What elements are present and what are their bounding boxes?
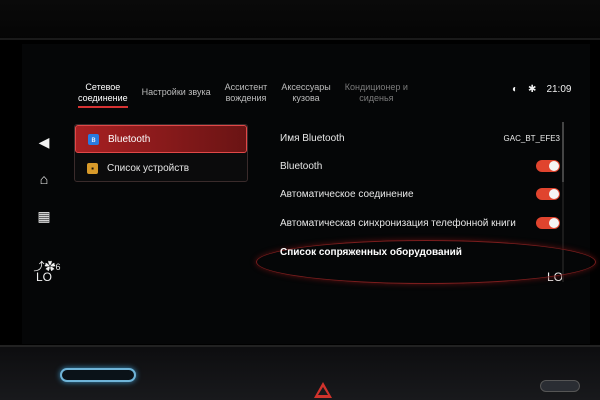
auto-sync-row: Автоматическая синхронизация телефонной … [280, 212, 560, 234]
bluetooth-icon: ✱ [528, 84, 537, 95]
tab-body-accessories[interactable]: Аксессуары кузова [281, 82, 330, 108]
bluetooth-toggle[interactable] [536, 160, 560, 172]
connection-menu: ʙ Bluetooth ▪ Список устройств [74, 124, 248, 182]
tab-label: Сетевое соединение [78, 82, 128, 103]
paired-devices-header: Список сопряженных оборудований [280, 241, 560, 263]
status-bar: ◐ ✱ 21:09 [512, 84, 571, 95]
bezel-edge [0, 38, 600, 40]
dashboard-top [0, 0, 600, 40]
tab-driving-assistant[interactable]: Ассистент вождения [225, 82, 268, 108]
tab-sound[interactable]: Настройки звука [142, 82, 211, 108]
hazard-icon[interactable] [314, 382, 332, 398]
device-list-icon: ▪ [87, 162, 98, 174]
bluetooth-icon: ʙ [88, 133, 99, 145]
air-vent [60, 368, 136, 382]
tab-climate-seats[interactable]: Кондиционер и сиденья [345, 82, 408, 108]
auto-sync-toggle[interactable] [536, 217, 560, 229]
tab-label: Аксессуары кузова [281, 82, 331, 103]
tab-label: Ассистент вождения [224, 82, 268, 103]
bezel-edge [0, 345, 600, 347]
bt-name-row[interactable]: Имя Bluetooth GAC_BT_EFE3 [280, 127, 560, 149]
clock: 21:09 [546, 84, 572, 95]
auto-connect-row: Автоматическое соединение [280, 183, 560, 205]
menu-item-bluetooth[interactable]: ʙ Bluetooth [75, 125, 247, 153]
wifi-icon: ◐ [512, 84, 519, 95]
tab-label: Настройки звука [141, 87, 211, 97]
tab-network[interactable]: Сетевое соединение [78, 82, 128, 108]
auto-connect-label: Автоматическое соединение [280, 188, 414, 200]
back-icon[interactable]: ◀ [32, 130, 56, 154]
home-icon[interactable]: ⌂ [32, 167, 56, 191]
settings-tabs: Сетевое соединение Настройки звука Ассис… [78, 82, 422, 108]
seat-level: 6 [55, 262, 61, 272]
menu-item-label: Список устройств [107, 162, 190, 174]
auto-sync-label: Автоматическая синхронизация телефонной … [280, 217, 516, 229]
scrollbar-thumb[interactable] [562, 122, 564, 182]
infotainment-screen: ◀ ⌂ ▦ ⤴✿6 LO LO Сетевое соединение Настр… [22, 44, 596, 344]
menu-item-device-list[interactable]: ▪ Список устройств [75, 154, 247, 182]
menu-item-label: Bluetooth [108, 133, 151, 145]
paired-devices-title: Список сопряженных оборудований [280, 246, 462, 258]
auto-connect-toggle[interactable] [536, 188, 560, 200]
bt-name-label: Имя Bluetooth [280, 132, 345, 144]
console-knob[interactable] [540, 380, 580, 392]
apps-icon[interactable]: ▦ [32, 204, 56, 228]
left-temperature[interactable]: LO [36, 270, 52, 284]
bluetooth-row: Bluetooth [280, 155, 560, 177]
bt-name-value: GAC_BT_EFE3 [503, 133, 560, 143]
tab-label: Кондиционер и сиденья [344, 82, 408, 103]
bluetooth-label: Bluetooth [280, 160, 323, 172]
